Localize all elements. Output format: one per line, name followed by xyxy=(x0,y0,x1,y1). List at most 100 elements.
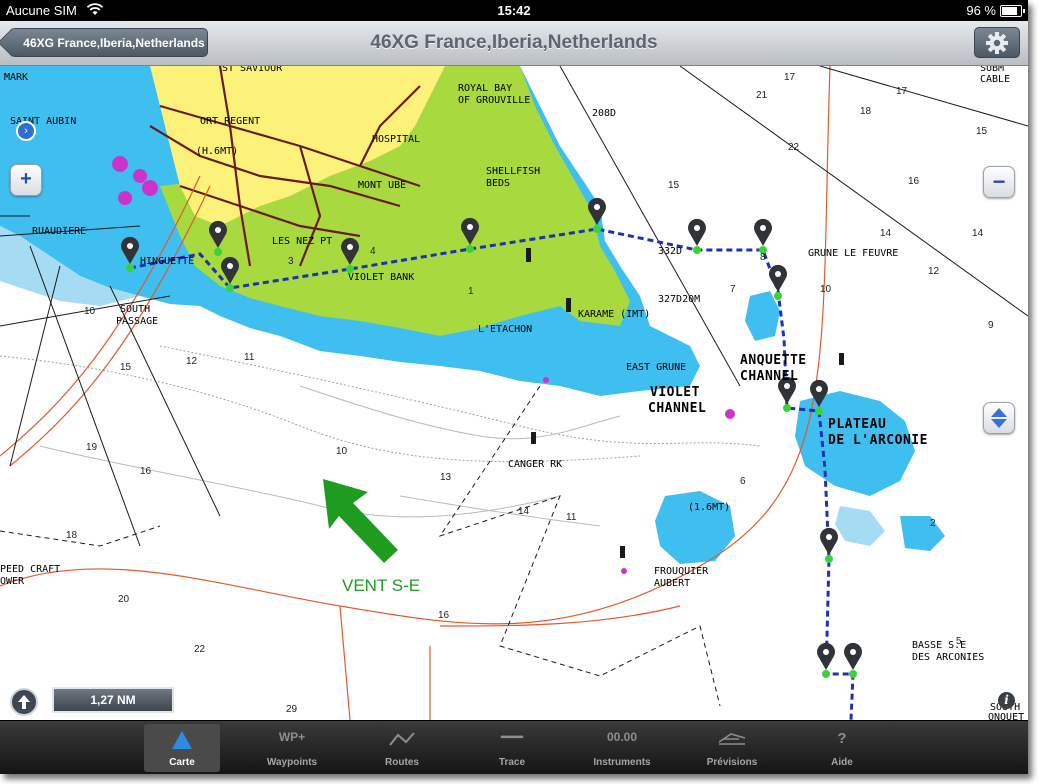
battery-percent: 96 % xyxy=(966,3,996,18)
depth-sounding: 10 xyxy=(336,446,348,457)
depth-sounding: 11 xyxy=(244,352,255,363)
map-label: (H.6MT) xyxy=(196,146,239,157)
map-label: PEED CRAFT xyxy=(0,564,61,575)
tab-aide[interactable]: ? Aide xyxy=(804,724,880,772)
info-disclosure-icon[interactable]: › xyxy=(16,121,36,141)
battery-fill xyxy=(1002,7,1017,15)
status-bar: Aucune SIM 15:42 96 % xyxy=(0,0,1028,21)
map-label: ONQUET xyxy=(988,712,1025,720)
tab-trace[interactable]: ━━━ Trace xyxy=(474,724,550,772)
arrow-up-icon xyxy=(18,695,30,709)
route-icon xyxy=(364,730,440,752)
battery-icon xyxy=(1000,5,1025,17)
tab-label: Trace xyxy=(498,757,526,768)
navigation-bar: 46XG France,Iberia,Netherlands 46XG Fran… xyxy=(0,21,1028,66)
aide-icon: ? xyxy=(837,730,847,747)
anquette-shoal xyxy=(745,291,780,341)
depth-sounding: 11 xyxy=(566,512,577,523)
depth-sounding: 4 xyxy=(370,246,376,257)
depth-sounding: 18 xyxy=(860,106,872,117)
map-label: KARAME (IMT) xyxy=(578,309,651,320)
chart-canvas xyxy=(0,66,1028,720)
map-label: VIOLET BANK xyxy=(348,272,415,283)
map-label: 332D xyxy=(658,246,683,257)
map-label: ANQUETTE xyxy=(740,353,807,368)
depth-sounding: 16 xyxy=(140,466,152,477)
tab-routes[interactable]: Routes xyxy=(364,724,440,772)
tab-instruments[interactable]: 00.00 Instruments xyxy=(584,724,660,772)
map-label: MONT UBE xyxy=(358,180,407,191)
wind-annotation: VENT S-E xyxy=(342,576,421,595)
tab-previsions[interactable]: Prévisions xyxy=(694,724,770,772)
map-label: AUBERT xyxy=(654,578,691,589)
depth-sounding: 7 xyxy=(730,284,736,295)
depth-sounding: 19 xyxy=(86,442,98,453)
scroll-arrows-button[interactable] xyxy=(983,402,1015,434)
nautical-chart[interactable]: MARK ST SAVIOUR SAINT AUBIN ORT REGENT (… xyxy=(0,66,1028,720)
map-label: MARK xyxy=(4,72,29,83)
map-label: DE L'ARCONIE xyxy=(828,433,928,448)
depth-sounding: 10 xyxy=(820,284,832,295)
depth-sounding: 15 xyxy=(976,126,988,137)
depth-sounding: 1 xyxy=(468,286,474,297)
up-down-arrows-icon xyxy=(991,408,1007,428)
map-label: DES ARCONIES xyxy=(912,652,985,663)
map-label: SOUTH xyxy=(120,304,151,315)
tab-label: Waypoints xyxy=(266,757,318,768)
ipad-screen: Aucune SIM 15:42 96 % 46XG France,Iberia… xyxy=(0,0,1028,774)
carte-icon xyxy=(144,730,220,752)
trace-icon: ━━━ xyxy=(501,730,523,744)
tab-label: Prévisions xyxy=(706,757,758,768)
map-label: EAST GRUNE xyxy=(626,362,687,373)
depth-sounding: 20 xyxy=(118,594,130,605)
map-label: GRUNE LE FEUVRE xyxy=(808,248,899,259)
map-label: CABLE xyxy=(980,74,1011,85)
map-label: (1.6MT) xyxy=(688,502,731,513)
map-label: CHANNEL xyxy=(648,401,707,416)
depth-sounding: 29 xyxy=(286,704,298,715)
depth-sounding: 16 xyxy=(908,176,920,187)
map-label: PASSAGE xyxy=(116,316,159,327)
depth-sounding: 2 xyxy=(930,518,936,529)
zoom-in-button[interactable]: + xyxy=(10,164,42,196)
map-label: OWER xyxy=(0,576,25,587)
scale-indicator: 1,27 NM xyxy=(52,687,174,713)
tab-label: Aide xyxy=(831,757,853,768)
depth-sounding: 17 xyxy=(784,72,796,83)
map-label: PLATEAU xyxy=(828,417,887,432)
zoom-out-button[interactable]: − xyxy=(983,166,1015,198)
map-label: BEDS xyxy=(486,178,511,189)
depth-sounding: 21 xyxy=(756,90,768,101)
depth-sounding: 14 xyxy=(972,228,984,239)
map-label: 327D20M xyxy=(658,294,701,305)
waypoint-icon: WP+ xyxy=(278,730,306,744)
depth-sounding: 22 xyxy=(788,142,800,153)
map-label: OF GROUVILLE xyxy=(458,95,531,106)
depth-sounding: 6 xyxy=(740,476,746,487)
map-label: SUBM xyxy=(980,66,1005,74)
map-label: ROYAL BAY xyxy=(458,83,513,94)
depth-sounding: 5 xyxy=(956,636,962,647)
reef-south xyxy=(900,516,945,551)
map-label: HOSPITAL xyxy=(372,134,421,145)
depth-sounding: 15 xyxy=(120,362,132,373)
north-up-button[interactable] xyxy=(10,688,38,716)
map-label: ST SAVIOUR xyxy=(222,66,283,74)
info-icon[interactable]: i xyxy=(998,692,1015,709)
depth-sounding: 22 xyxy=(194,644,206,655)
depth-sounding: 3 xyxy=(288,256,294,267)
tab-waypoints[interactable]: WP+ Waypoints xyxy=(254,724,330,772)
depth-sounding: 9 xyxy=(988,320,994,331)
tab-carte[interactable]: Carte xyxy=(144,724,220,772)
depth-sounding: 14 xyxy=(518,506,530,517)
wind-arrow xyxy=(323,479,398,563)
depth-sounding: 18 xyxy=(66,530,78,541)
dashed-limits xyxy=(0,385,721,707)
depth-sounding: 14 xyxy=(880,228,892,239)
settings-button[interactable] xyxy=(974,27,1020,58)
back-button[interactable]: 46XG France,Iberia,Netherlands xyxy=(10,28,208,57)
map-label: RUAUDIERE xyxy=(32,226,87,237)
map-label: LES NEZ PT xyxy=(272,236,333,247)
tab-label: Instruments xyxy=(593,757,651,768)
previsions-icon xyxy=(694,730,770,752)
